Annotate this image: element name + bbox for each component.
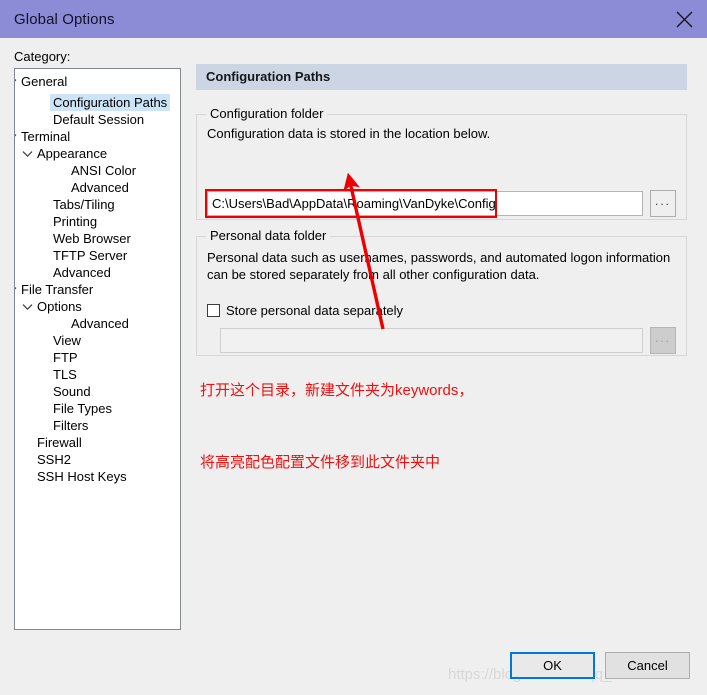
chevron-down-icon[interactable] — [15, 281, 17, 298]
close-icon — [676, 11, 693, 28]
personal-data-folder-legend: Personal data folder — [206, 229, 331, 243]
chevron-down-icon[interactable] — [22, 145, 33, 162]
sidebar-item-label: File Types — [53, 401, 113, 416]
configuration-browse-button[interactable]: ... — [650, 190, 676, 217]
title-bar: Global Options — [0, 0, 707, 38]
sidebar-item-label: Options — [37, 299, 82, 314]
sidebar-item-label: Printing — [53, 214, 98, 229]
sidebar-item-label: Configuration Paths — [50, 94, 171, 111]
cancel-button[interactable]: Cancel — [605, 652, 690, 679]
sidebar-item-label: Advanced — [53, 265, 111, 280]
sidebar-item-label: Tabs/Tiling — [53, 197, 115, 212]
sidebar-item-advanced[interactable]: Advanced — [15, 264, 180, 281]
sidebar-item-label: Advanced — [71, 180, 129, 195]
sidebar-item-configuration-paths[interactable]: Configuration Paths — [15, 94, 180, 111]
sidebar-item-ftp[interactable]: FTP — [15, 349, 180, 366]
sidebar-item-label: Advanced — [71, 316, 129, 331]
chevron-down-icon[interactable] — [15, 73, 17, 90]
sidebar-item-tls[interactable]: TLS — [15, 366, 180, 383]
sidebar-item-label: TFTP Server — [53, 248, 128, 263]
sidebar-item-label: General — [21, 74, 68, 89]
sidebar-item-filters[interactable]: Filters — [15, 417, 180, 434]
sidebar-item-printing[interactable]: Printing — [15, 213, 180, 230]
ok-button[interactable]: OK — [510, 652, 595, 679]
sidebar-item-label: Default Session — [53, 112, 145, 127]
window-title: Global Options — [14, 10, 115, 28]
sidebar-item-view[interactable]: View — [15, 332, 180, 349]
category-tree[interactable]: General Configuration Paths Default Sessio… — [14, 68, 181, 630]
sidebar-item-label: TLS — [53, 367, 77, 382]
annotation-line-2: 将高亮配色配置文件移到此文件夹中 — [200, 454, 441, 471]
personal-data-description-line1: Personal data such as usernames, passwor… — [207, 250, 671, 265]
sidebar-item-default-session[interactable]: Default Session — [15, 111, 180, 128]
close-button[interactable] — [661, 0, 707, 38]
sidebar-item-tabs-tiling[interactable]: Tabs/Tiling — [15, 196, 180, 213]
annotation-line-1: 打开这个目录，新建文件夹为keywords， — [200, 382, 474, 399]
configuration-folder-description: Configuration data is stored in the loca… — [207, 126, 491, 141]
sidebar-item-label: Appearance — [37, 146, 108, 161]
sidebar-item-advanced[interactable]: Advanced — [15, 315, 180, 332]
sidebar-item-label: Firewall — [37, 435, 82, 450]
pane-header: Configuration Paths — [196, 64, 687, 90]
annotation-text: 打开这个目录，新建文件夹为keywords， 将高亮配色配置文件移到此文件夹中 — [200, 331, 473, 523]
sidebar-item-ansi-color[interactable]: ANSI Color — [15, 162, 180, 179]
sidebar-item-sound[interactable]: Sound — [15, 383, 180, 400]
chevron-down-icon[interactable] — [15, 128, 17, 145]
sidebar-item-label: Web Browser — [53, 231, 131, 246]
sidebar-item-appearance[interactable]: Appearance — [15, 145, 180, 162]
sidebar-item-label: SSH Host Keys — [37, 469, 127, 484]
sidebar-item-label: SSH2 — [37, 452, 71, 467]
sidebar-item-ssh2[interactable]: SSH2 — [15, 451, 180, 468]
store-personal-data-checkbox[interactable]: Store personal data separately — [207, 303, 403, 318]
sidebar-item-firewall[interactable]: Firewall — [15, 434, 180, 451]
sidebar-item-file-types[interactable]: File Types — [15, 400, 180, 417]
checkbox-box-icon — [207, 304, 220, 317]
sidebar-item-label: View — [53, 333, 81, 348]
sidebar-item-web-browser[interactable]: Web Browser — [15, 230, 180, 247]
sidebar-item-advanced[interactable]: Advanced — [15, 179, 180, 196]
dialog-body: Category: General Configuration Paths Defa… — [0, 38, 707, 695]
sidebar-item-ssh-host-keys[interactable]: SSH Host Keys — [15, 468, 180, 485]
chevron-down-icon[interactable] — [22, 298, 33, 315]
sidebar-item-label: File Transfer — [21, 282, 94, 297]
sidebar-item-label: Filters — [53, 418, 89, 433]
personal-data-description-line2: can be stored separately from all other … — [207, 267, 540, 282]
sidebar-item-file-transfer[interactable]: File Transfer — [15, 281, 180, 298]
personal-browse-button: ... — [650, 327, 676, 354]
sidebar-item-label: Terminal — [21, 129, 71, 144]
category-label: Category: — [14, 49, 71, 64]
sidebar-item-general[interactable]: General — [15, 69, 180, 94]
sidebar-item-label: Sound — [53, 384, 91, 399]
configuration-path-input[interactable] — [207, 191, 643, 216]
sidebar-item-terminal[interactable]: Terminal — [15, 128, 180, 145]
sidebar-item-tftp-server[interactable]: TFTP Server — [15, 247, 180, 264]
sidebar-item-label: FTP — [53, 350, 78, 365]
configuration-folder-legend: Configuration folder — [206, 107, 328, 121]
sidebar-item-options[interactable]: Options — [15, 298, 180, 315]
sidebar-item-label: ANSI Color — [71, 163, 137, 178]
store-personal-data-label: Store personal data separately — [226, 303, 404, 318]
pane-header-title: Configuration Paths — [206, 69, 331, 84]
